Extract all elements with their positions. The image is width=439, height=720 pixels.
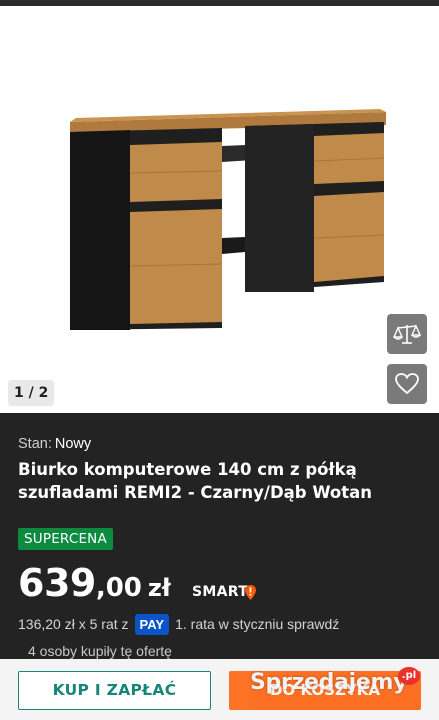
watermark-logo: .pl bbox=[398, 667, 420, 685]
favorite-button[interactable] bbox=[387, 364, 427, 404]
scales-icon bbox=[393, 324, 421, 344]
allegro-pay-badge: PAY bbox=[134, 613, 170, 635]
price-currency: zł bbox=[147, 574, 171, 602]
condition-value: Nowy bbox=[54, 436, 92, 452]
heart-icon bbox=[395, 373, 419, 395]
price: 639,00 zł bbox=[18, 561, 171, 609]
price-fraction: ,00 bbox=[95, 573, 142, 603]
product-image-gallery[interactable]: 1 / 2 bbox=[0, 6, 439, 413]
buyers-count: 4 osoby kupiły tę ofertę bbox=[28, 643, 172, 659]
smart-badge[interactable]: SMART bbox=[192, 584, 248, 600]
watermark-text: Sprzedajemy bbox=[250, 670, 408, 695]
condition-label: Stan: bbox=[18, 436, 52, 452]
condition-row: Stan: Nowy bbox=[18, 436, 91, 452]
smart-info-icon[interactable] bbox=[244, 584, 257, 601]
installments-text: 136,20 zł x 5 rat z bbox=[18, 616, 129, 632]
buy-now-button[interactable]: KUP I ZAPŁAĆ bbox=[18, 671, 211, 710]
compare-button[interactable] bbox=[387, 314, 427, 354]
image-counter: 1 / 2 bbox=[8, 380, 55, 406]
product-title: Biurko komputerowe 140 cm z półką szufla… bbox=[18, 460, 373, 502]
installments-row[interactable]: 136,20 zł x 5 rat z PAY 1. rata w styczn… bbox=[18, 613, 339, 635]
installments-note[interactable]: 1. rata w styczniu sprawdź bbox=[175, 616, 339, 632]
product-photo bbox=[70, 109, 386, 330]
price-integer: 639 bbox=[18, 561, 96, 605]
supercena-badge: SUPERCENA bbox=[18, 528, 113, 550]
